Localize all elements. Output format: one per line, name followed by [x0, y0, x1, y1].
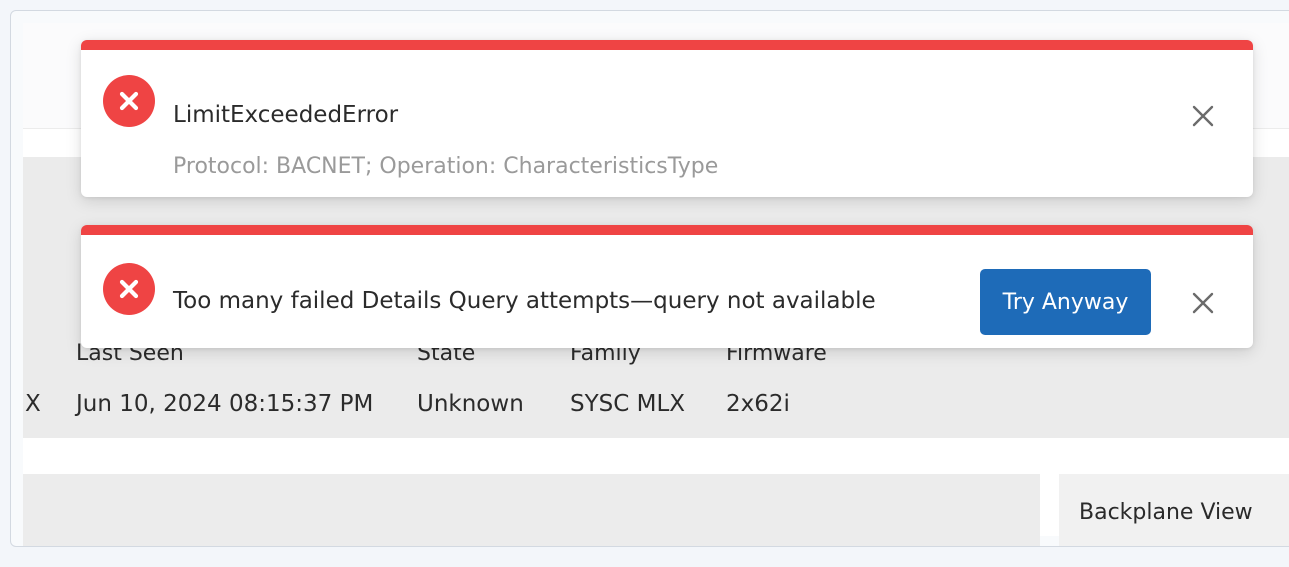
- toast-subtitle: Protocol: BACNET; Operation: Characteris…: [173, 154, 719, 179]
- error-toast-query-unavailable: Too many failed Details Query attempts—q…: [81, 225, 1253, 348]
- try-anyway-button[interactable]: Try Anyway: [980, 269, 1151, 335]
- firmware-value: 2x62i: [726, 391, 790, 417]
- toast-message: Too many failed Details Query attempts—q…: [173, 288, 876, 314]
- details-panel: [23, 474, 1040, 546]
- section-gap: [23, 438, 1289, 474]
- backplane-panel: Backplane View: [1059, 474, 1289, 546]
- backplane-view-title: Backplane View: [1079, 500, 1253, 525]
- error-circle-icon: [103, 75, 155, 127]
- state-value: Unknown: [417, 391, 524, 417]
- close-icon[interactable]: [1185, 98, 1221, 134]
- close-icon[interactable]: [1185, 285, 1221, 321]
- toast-title: LimitExceededError: [173, 102, 399, 128]
- last-seen-value: Jun 10, 2024 08:15:37 PM: [76, 391, 374, 417]
- error-circle-icon: [103, 263, 155, 315]
- error-toast-limit-exceeded: LimitExceededError Protocol: BACNET; Ope…: [81, 40, 1253, 197]
- device-name-tail: X: [25, 391, 41, 417]
- family-value: SYSC MLX: [570, 391, 686, 417]
